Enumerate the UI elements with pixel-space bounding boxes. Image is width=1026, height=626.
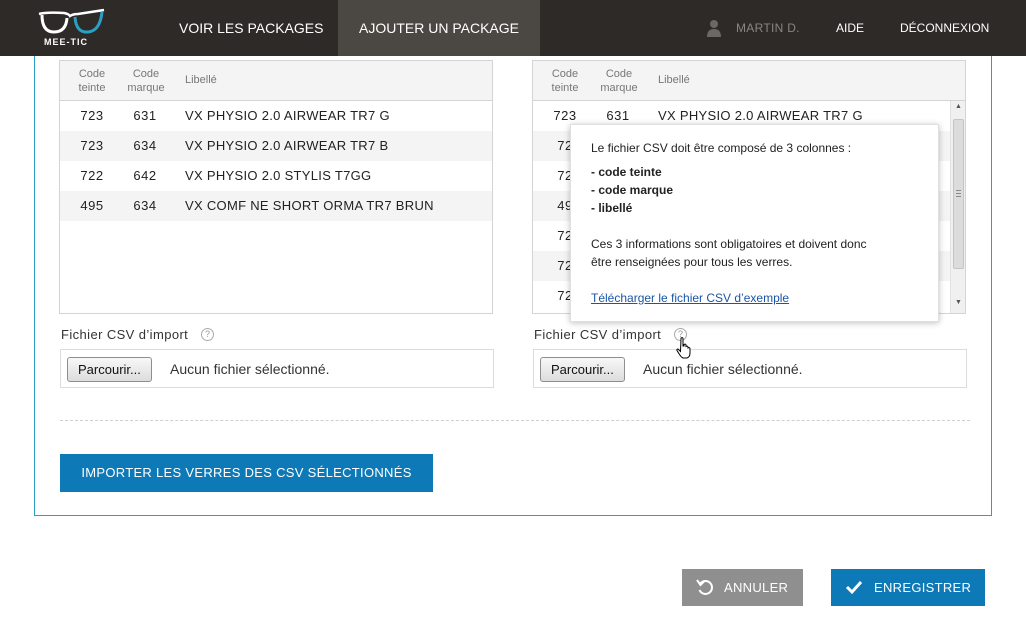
header-code-teinte: Code teinte [551, 68, 579, 94]
logo-text: MEE-TIC [44, 37, 88, 47]
help-icon[interactable]: ? [201, 328, 214, 341]
save-label: ENREGISTRER [874, 580, 972, 595]
csv-help-tooltip: Le fichier CSV doit être composé de 3 co… [570, 124, 939, 322]
user-icon [707, 20, 721, 37]
browse-button[interactable]: Parcourir... [67, 357, 152, 382]
header-code-teinte: Code teinte [78, 68, 106, 94]
hand-cursor-icon [676, 337, 691, 359]
table-header: Code teinte Code marque Libellé [533, 61, 965, 101]
table-row[interactable]: 722 642 VX PHYSIO 2.0 STYLIS T7GG [60, 161, 492, 191]
header-libelle: Libellé [185, 74, 217, 86]
file-label-left: Fichier CSV d’import [61, 327, 189, 342]
file-status: Aucun fichier sélectionné. [170, 361, 330, 377]
file-label-right: Fichier CSV d’import [534, 327, 662, 342]
nav-deconnexion[interactable]: DÉCONNEXION [900, 0, 989, 56]
scroll-up-arrow-icon[interactable]: ▲ [951, 103, 965, 115]
file-input-left[interactable]: Parcourir... Aucun fichier sélectionné. [60, 349, 494, 388]
header-libelle: Libellé [658, 74, 690, 86]
tooltip-col-teinte: - code teinte [591, 165, 662, 179]
nav-voir-packages[interactable]: VOIR LES PACKAGES [158, 0, 344, 56]
top-navigation-bar: MEE-TIC VOIR LES PACKAGES AJOUTER UN PAC… [0, 0, 1026, 56]
table-row[interactable]: 723 634 VX PHYSIO 2.0 AIRWEAR TR7 B [60, 131, 492, 161]
nav-aide[interactable]: AIDE [836, 0, 864, 56]
tooltip-info: Ces 3 informations sont obligatoires et … [591, 237, 867, 251]
save-button[interactable]: ENREGISTRER [831, 569, 985, 606]
header-code-marque: Code marque [600, 68, 638, 94]
left-lens-table: Code teinte Code marque Libellé 723 631 … [59, 60, 493, 314]
tooltip-col-libelle: - libellé [591, 201, 633, 215]
tooltip-info: être renseignées pour tous les verres. [591, 255, 793, 269]
import-csv-button[interactable]: IMPORTER LES VERRES DES CSV SÉLECTIONNÉS [60, 454, 433, 492]
scroll-down-arrow-icon[interactable]: ▼ [951, 299, 965, 311]
undo-icon [696, 579, 713, 595]
vertical-scrollbar[interactable]: ▲ ▼ [950, 101, 965, 313]
tooltip-intro: Le fichier CSV doit être composé de 3 co… [591, 141, 852, 155]
cancel-button[interactable]: ANNULER [682, 569, 803, 606]
browse-button[interactable]: Parcourir... [540, 357, 625, 382]
tooltip-col-marque: - code marque [591, 183, 674, 197]
divider [60, 420, 970, 421]
file-input-right[interactable]: Parcourir... Aucun fichier sélectionné. [533, 349, 967, 388]
cancel-label: ANNULER [724, 580, 789, 595]
nav-ajouter-package[interactable]: AJOUTER UN PACKAGE [338, 0, 540, 56]
scrollbar-thumb[interactable] [953, 119, 964, 269]
user-name[interactable]: MARTIN D. [736, 0, 800, 56]
checkmark-icon [845, 580, 863, 595]
file-status: Aucun fichier sélectionné. [643, 361, 803, 377]
table-row[interactable]: 723 631 VX PHYSIO 2.0 AIRWEAR TR7 G [60, 101, 492, 131]
table-header: Code teinte Code marque Libellé [60, 61, 492, 101]
download-sample-csv-link[interactable]: Télécharger le fichier CSV d’exemple [591, 291, 789, 305]
scrollbar-grip-icon [956, 190, 961, 197]
header-code-marque: Code marque [127, 68, 165, 94]
table-row[interactable]: 495 634 VX COMF NE SHORT ORMA TR7 BRUN [60, 191, 492, 221]
